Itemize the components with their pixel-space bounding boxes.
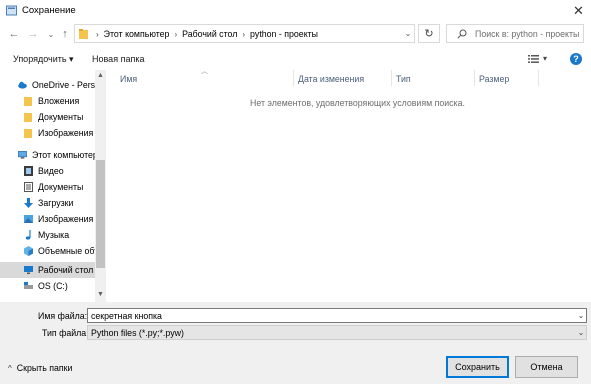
column-divider[interactable] — [538, 70, 539, 86]
empty-folder-message: Нет элементов, удовлетворяющих условиям … — [250, 98, 465, 108]
address-bar[interactable]: › Этот компьютер › Рабочий стол › python… — [74, 24, 415, 43]
view-menu-dropdown[interactable]: ▾ — [543, 54, 547, 63]
breadcrumb-desktop[interactable]: Рабочий стол — [182, 29, 237, 39]
navigation-pane: OneDrive - Person Вложения Документы Изо… — [0, 70, 106, 302]
folder-icon — [24, 97, 32, 106]
recent-locations-dropdown[interactable]: ⌄ — [44, 25, 58, 43]
breadcrumb-separator[interactable]: › — [242, 30, 245, 39]
column-header-date-modified[interactable]: Дата изменения — [298, 74, 364, 84]
sidebar-item-attachments[interactable]: Вложения — [0, 93, 106, 109]
filetype-value: Python files (*.py;*.pyw) — [91, 328, 184, 338]
window-title: Сохранение — [22, 5, 76, 16]
breadcrumb: › Этот компьютер › Рабочий стол › python… — [91, 29, 318, 39]
organize-menu[interactable]: Упорядочить ▾ — [13, 54, 74, 65]
filetype-select[interactable]: Python files (*.py;*.pyw) ⌄ — [87, 325, 587, 340]
sidebar-item-3d-objects[interactable]: Объемные объ — [0, 243, 106, 259]
folder-icon — [24, 129, 32, 138]
close-button[interactable]: ✕ — [566, 0, 591, 22]
onedrive-cloud-icon — [18, 81, 27, 89]
sidebar-item-pictures[interactable]: Изображения — [0, 211, 106, 227]
folder-icon — [24, 113, 32, 122]
breadcrumb-separator[interactable]: › — [174, 30, 177, 39]
chevron-up-icon: ^ — [8, 363, 12, 373]
sidebar-item-label: Объемные объ — [38, 246, 100, 256]
command-bar — [0, 50, 591, 68]
sidebar-item-onedrive-pictures[interactable]: Изображения — [0, 125, 106, 141]
sidebar-item-label: Загрузки — [38, 198, 74, 208]
sidebar-item-onedrive[interactable]: OneDrive - Person — [0, 77, 106, 93]
computer-icon — [18, 151, 27, 159]
sidebar-item-onedrive-documents[interactable]: Документы — [0, 109, 106, 125]
sidebar-item-music[interactable]: Музыка — [0, 227, 106, 243]
sidebar-item-label: Рабочий стол — [38, 265, 94, 275]
drive-icon — [24, 282, 33, 289]
filename-field[interactable]: секретная кнопка ⌄ — [87, 308, 587, 323]
search-placeholder: Поиск в: python - проекты — [475, 29, 580, 39]
forward-button[interactable]: → — [26, 25, 40, 43]
column-divider[interactable] — [293, 70, 294, 86]
breadcrumb-python-projects[interactable]: python - проекты — [250, 29, 318, 39]
view-options-icon[interactable] — [528, 54, 539, 64]
downloads-icon — [24, 198, 33, 208]
sidebar-item-label: Документы — [38, 112, 84, 122]
sidebar-item-label: Вложения — [38, 96, 80, 106]
refresh-button[interactable]: ↻ — [418, 24, 440, 43]
sidebar-item-label: Этот компьютер — [32, 150, 98, 160]
scrollbar-thumb[interactable] — [96, 160, 105, 268]
search-box[interactable]: Поиск в: python - проекты — [446, 24, 584, 43]
column-divider[interactable] — [474, 70, 475, 86]
filename-value[interactable]: секретная кнопка — [91, 311, 162, 321]
title-bar — [0, 0, 591, 22]
sidebar-item-label: Музыка — [38, 230, 70, 240]
3d-objects-icon — [24, 246, 33, 256]
save-dialog-icon — [6, 5, 17, 16]
folder-icon — [79, 29, 88, 39]
sidebar-item-label: Документы — [38, 182, 84, 192]
sort-ascending-icon: ︿ — [201, 68, 208, 75]
pictures-icon — [24, 215, 33, 223]
sidebar-item-desktop[interactable]: Рабочий стол — [0, 262, 106, 278]
hide-folders-label: Скрыть папки — [16, 363, 73, 373]
video-icon — [24, 166, 33, 176]
sidebar-item-videos[interactable]: Видео — [0, 163, 106, 179]
sidebar-item-this-pc[interactable]: Этот компьютер — [0, 147, 106, 163]
desktop-icon — [24, 266, 33, 274]
new-folder-button[interactable]: Новая папка — [92, 54, 144, 64]
column-divider[interactable] — [391, 70, 392, 86]
scroll-up-arrow-icon[interactable]: ▲ — [95, 70, 106, 81]
save-button[interactable]: Сохранить — [446, 356, 509, 378]
filetype-dropdown-chevron-icon[interactable]: ⌄ — [576, 327, 586, 338]
sidebar-item-os-c[interactable]: OS (C:) — [0, 278, 106, 294]
sidebar-item-label: Изображения — [38, 128, 94, 138]
sidebar-item-label: Видео — [38, 166, 64, 176]
documents-icon — [24, 182, 33, 192]
sidebar-item-label: Изображения — [38, 214, 94, 224]
sidebar-item-label: OneDrive - Person — [32, 80, 105, 90]
music-icon — [25, 230, 31, 240]
column-header-name[interactable]: Имя — [120, 74, 137, 84]
address-dropdown-chevron-icon[interactable]: ⌄ — [402, 25, 414, 42]
scroll-down-arrow-icon[interactable]: ▼ — [95, 289, 106, 300]
cancel-button[interactable]: Отмена — [515, 356, 578, 378]
breadcrumb-this-pc[interactable]: Этот компьютер — [104, 29, 170, 39]
column-header-type[interactable]: Тип — [396, 74, 411, 84]
back-button[interactable]: ← — [7, 25, 21, 43]
filename-dropdown-chevron-icon[interactable]: ⌄ — [576, 310, 586, 321]
sidebar-item-documents[interactable]: Документы — [0, 179, 106, 195]
search-icon — [457, 29, 467, 39]
column-header-size[interactable]: Размер — [479, 74, 509, 84]
filetype-label: Тип файла: — [42, 328, 89, 338]
filename-label: Имя файла: — [38, 311, 88, 321]
up-button[interactable]: ↑ — [58, 25, 72, 43]
sidebar-item-downloads[interactable]: Загрузки — [0, 195, 106, 211]
help-button[interactable]: ? — [570, 53, 582, 65]
sidebar-item-label: OS (C:) — [38, 281, 68, 291]
breadcrumb-separator: › — [96, 29, 99, 39]
hide-folders-toggle[interactable]: ^ Скрыть папки — [8, 363, 72, 373]
